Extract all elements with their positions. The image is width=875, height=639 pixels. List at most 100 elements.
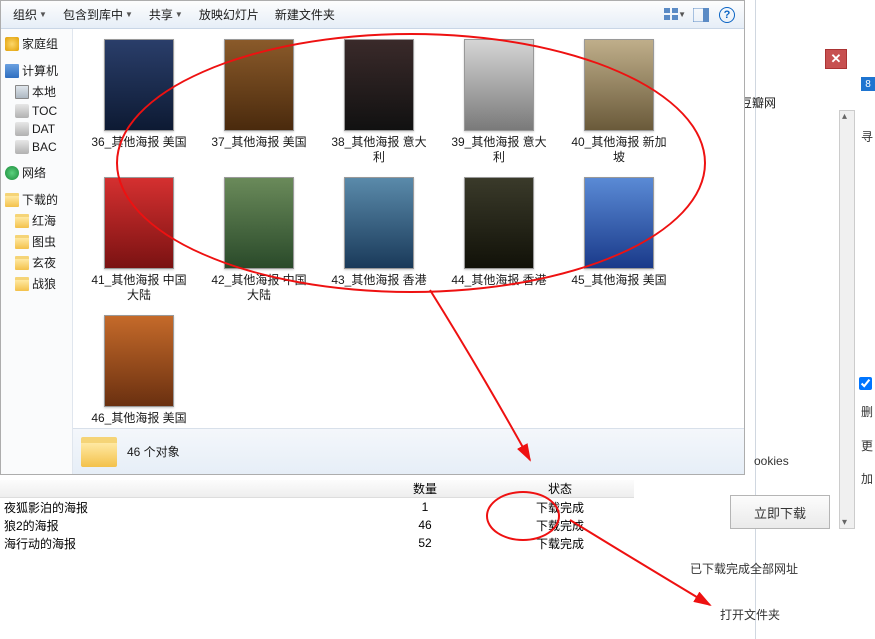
- sidebar-homegroup[interactable]: 家庭组: [3, 33, 70, 54]
- table-header: 数量 状态: [0, 480, 634, 498]
- cell-name: 海行动的海报: [0, 534, 350, 553]
- thumbnail-label: 46_其他海报 美国: [91, 411, 187, 426]
- cell-qty: 1: [350, 499, 500, 515]
- sidebar-drive[interactable]: TOC: [13, 102, 70, 120]
- sidebar-folder[interactable]: 战狼: [13, 273, 70, 294]
- folder-icon: [15, 214, 29, 228]
- view-mode-button[interactable]: ▼: [664, 4, 686, 26]
- open-folder-link[interactable]: 打开文件夹: [720, 606, 780, 623]
- cell-status: 下载完成: [500, 534, 620, 553]
- poster-image: [464, 177, 534, 269]
- poster-image: [224, 177, 294, 269]
- folder-icon: [15, 277, 29, 291]
- table-row[interactable]: 海行动的海报52下载完成: [0, 534, 634, 552]
- thumbnail-label: 42_其他海报 中国大陆: [211, 273, 307, 303]
- label-search: 寻: [861, 128, 873, 145]
- thumbnail-item[interactable]: 42_其他海报 中国大陆: [211, 177, 307, 303]
- preview-pane-button[interactable]: [690, 4, 712, 26]
- close-button[interactable]: ✕: [825, 49, 847, 69]
- help-button[interactable]: ?: [716, 4, 738, 26]
- poster-image: [464, 39, 534, 131]
- label-del: 删: [861, 403, 873, 420]
- complete-message: 已下载完成全部网址: [690, 560, 798, 577]
- thumbnail-label: 38_其他海报 意大利: [331, 135, 427, 165]
- thumbnail-item[interactable]: 37_其他海报 美国: [211, 39, 307, 165]
- thumbnail-label: 40_其他海报 新加坡: [571, 135, 667, 165]
- network-icon: [5, 166, 19, 180]
- toolbar-newfolder[interactable]: 新建文件夹: [269, 4, 341, 25]
- cell-name: 狼2的海报: [0, 516, 350, 535]
- thumbnail-item[interactable]: 45_其他海报 美国: [571, 177, 667, 303]
- sidebar-downloads[interactable]: 下载的: [3, 189, 70, 210]
- thumbnail-item[interactable]: 40_其他海报 新加坡: [571, 39, 667, 165]
- poster-image: [104, 315, 174, 407]
- thumbnail-label: 37_其他海报 美国: [211, 135, 307, 150]
- chevron-down-icon: ▼: [39, 10, 47, 19]
- chevron-down-icon: ▼: [175, 10, 183, 19]
- toolbar-organize[interactable]: 组织 ▼: [7, 4, 53, 25]
- sidebar: 家庭组 计算机 本地 TOC DAT BAC 网络 下载的 红海 图虫 玄夜: [1, 29, 73, 474]
- drive-icon: [15, 85, 29, 99]
- sidebar-folder[interactable]: 红海: [13, 210, 70, 231]
- poster-image: [584, 39, 654, 131]
- thumbnail-item[interactable]: 41_其他海报 中国大陆: [91, 177, 187, 303]
- downloads-table: 数量 状态 夜狐影泊的海报1下载完成狼2的海报46下载完成海行动的海报52下载完…: [0, 480, 634, 570]
- folder-icon: [15, 235, 29, 249]
- thumbnails-area: 36_其他海报 美国 37_其他海报 美国 38_其他海报 意大利 39_其他海报 意…: [73, 29, 744, 428]
- sidebar-label: 网络: [22, 164, 46, 181]
- sidebar-folder[interactable]: 玄夜: [13, 252, 70, 273]
- poster-image: [344, 177, 414, 269]
- th-qty: 数量: [350, 479, 500, 498]
- sidebar-drive[interactable]: BAC: [13, 138, 70, 156]
- toolbar-share[interactable]: 共享 ▼: [143, 4, 189, 25]
- sidebar-label: 战狼: [32, 275, 56, 292]
- label-replace: 更: [861, 437, 873, 454]
- folder-icon: [15, 256, 29, 270]
- download-button[interactable]: 立即下载: [730, 495, 830, 529]
- sidebar-drive[interactable]: DAT: [13, 120, 70, 138]
- cell-qty: 46: [350, 517, 500, 533]
- sidebar-label: 图虫: [32, 233, 56, 250]
- explorer-window: 组织 ▼ 包含到库中 ▼ 共享 ▼ 放映幻灯片 新建文件夹 ▼: [0, 0, 745, 475]
- cell-status: 下载完成: [500, 498, 620, 517]
- poster-image: [584, 177, 654, 269]
- thumbnail-item[interactable]: 39_其他海报 意大利: [451, 39, 547, 165]
- sidebar-folder[interactable]: 图虫: [13, 231, 70, 252]
- poster-image: [224, 39, 294, 131]
- label-add: 加: [861, 470, 873, 487]
- toolbar-slideshow[interactable]: 放映幻灯片: [193, 4, 265, 25]
- sidebar-label: BAC: [32, 140, 57, 154]
- status-bar: 46 个对象: [73, 428, 744, 474]
- thumbnail-item[interactable]: 46_其他海报 美国: [91, 315, 187, 426]
- side-panel: ✕ 8 浏览豆瓣网 寻 删 更 ookies 加: [755, 0, 875, 639]
- poster-image: [344, 39, 414, 131]
- thumbnail-item[interactable]: 36_其他海报 美国: [91, 39, 187, 165]
- toolbar-label: 放映幻灯片: [199, 6, 259, 23]
- chevron-down-icon: ▼: [678, 10, 686, 19]
- sidebar-drive[interactable]: 本地: [13, 81, 70, 102]
- drive-icon: [15, 122, 29, 136]
- chevron-down-icon: ▼: [125, 10, 133, 19]
- thumbnail-item[interactable]: 43_其他海报 香港: [331, 177, 427, 303]
- checkbox[interactable]: [859, 377, 872, 390]
- sidebar-computer[interactable]: 计算机: [3, 60, 70, 81]
- thumbnail-item[interactable]: 44_其他海报 香港: [451, 177, 547, 303]
- th-status: 状态: [500, 479, 620, 498]
- scrollbar[interactable]: [839, 110, 855, 529]
- table-row[interactable]: 夜狐影泊的海报1下载完成: [0, 498, 634, 516]
- sidebar-label: 下载的: [22, 191, 58, 208]
- sidebar-label: 玄夜: [32, 254, 56, 271]
- toolbar: 组织 ▼ 包含到库中 ▼ 共享 ▼ 放映幻灯片 新建文件夹 ▼: [1, 1, 744, 29]
- thumbnail-label: 41_其他海报 中国大陆: [91, 273, 187, 303]
- pane-icon: [693, 8, 709, 22]
- home-icon: [5, 37, 19, 51]
- table-row[interactable]: 狼2的海报46下载完成: [0, 516, 634, 534]
- toolbar-label: 新建文件夹: [275, 6, 335, 23]
- cookies-label: ookies: [754, 454, 789, 468]
- badge: 8: [861, 77, 875, 91]
- thumbnail-item[interactable]: 38_其他海报 意大利: [331, 39, 427, 165]
- poster-image: [104, 39, 174, 131]
- sidebar-network[interactable]: 网络: [3, 162, 70, 183]
- toolbar-include[interactable]: 包含到库中 ▼: [57, 4, 139, 25]
- sidebar-label: 家庭组: [22, 35, 58, 52]
